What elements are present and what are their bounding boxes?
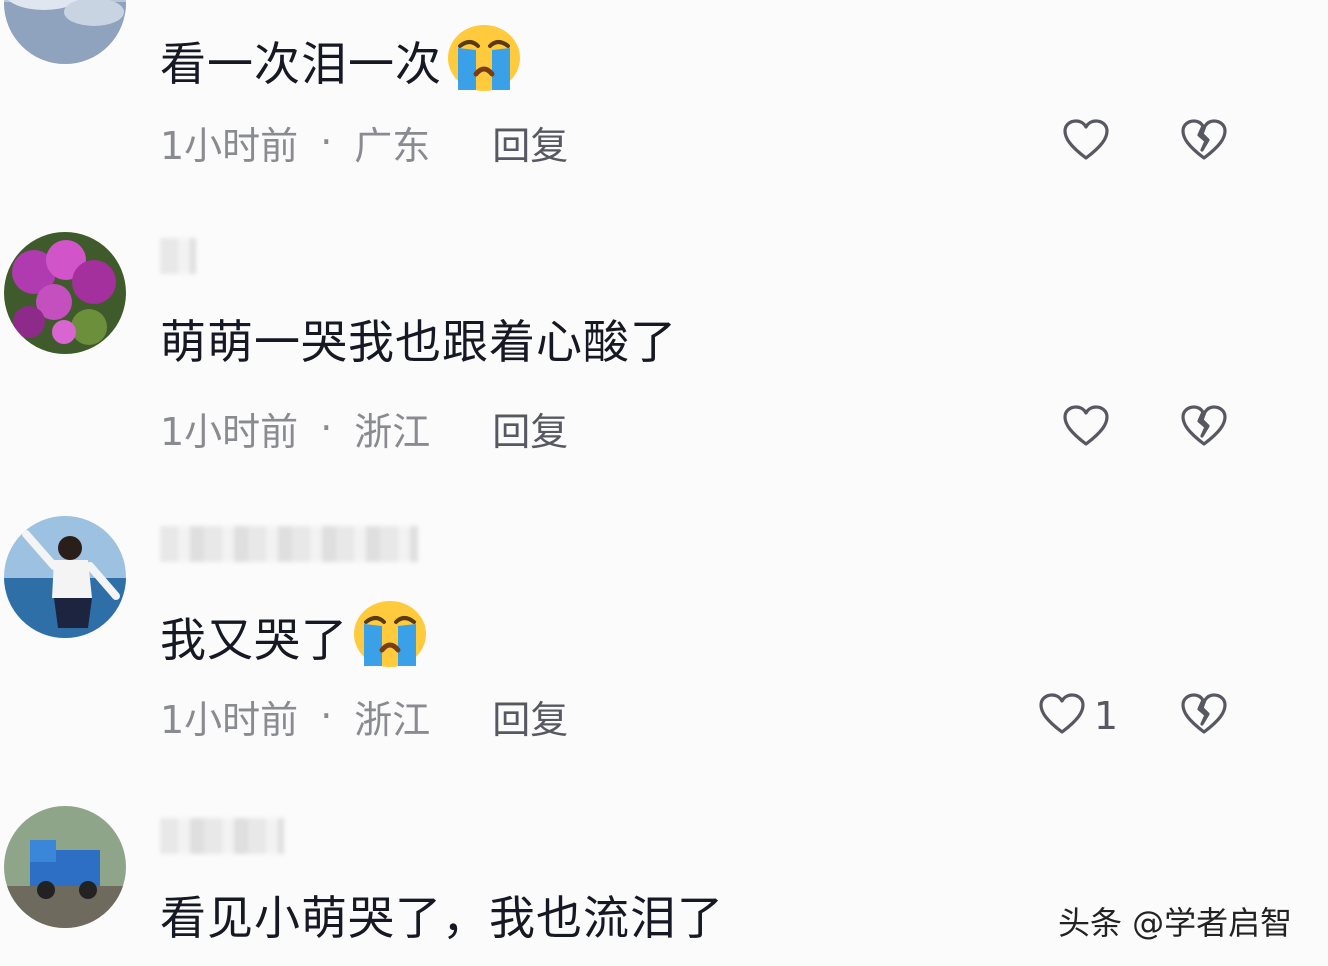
comment-text-content: 萌萌一哭我也跟着心酸了 bbox=[160, 315, 677, 369]
reply-button[interactable]: 回复 bbox=[492, 115, 568, 170]
avatar[interactable] bbox=[4, 232, 126, 354]
comment-text: 看见小萌哭了，我也流泪了 bbox=[160, 890, 724, 946]
username-obscured bbox=[160, 238, 196, 274]
comment-time: 1小时前 bbox=[160, 123, 299, 168]
username-obscured bbox=[160, 818, 284, 854]
avatar[interactable] bbox=[4, 0, 126, 64]
reply-button[interactable]: 回复 bbox=[492, 401, 568, 456]
comment-meta: 1小时前 · 浙江 回复 bbox=[160, 688, 568, 744]
dislike-button[interactable] bbox=[1180, 400, 1234, 456]
comment-location: 浙江 bbox=[354, 409, 431, 454]
comment-time: 1小时前 bbox=[160, 409, 299, 454]
comment-location: 浙江 bbox=[354, 697, 431, 742]
meta-separator: · bbox=[320, 406, 333, 450]
comment-meta: 1小时前 · 广东 回复 bbox=[160, 114, 568, 170]
comment-location: 广东 bbox=[354, 123, 431, 168]
like-button[interactable]: 1 bbox=[1018, 688, 1118, 744]
heart-icon bbox=[1062, 404, 1110, 452]
heart-icon bbox=[1062, 118, 1110, 166]
dislike-button[interactable] bbox=[1180, 688, 1234, 744]
meta-separator: · bbox=[320, 120, 333, 164]
dislike-button[interactable] bbox=[1180, 114, 1234, 170]
heart-icon bbox=[1038, 692, 1086, 740]
reply-button[interactable]: 回复 bbox=[492, 689, 568, 744]
comment-text-content: 看一次泪一次 bbox=[160, 37, 442, 91]
watermark: 头条 @学者启智 bbox=[1058, 904, 1293, 942]
comment-text-content: 看见小萌哭了，我也流泪了 bbox=[160, 891, 724, 945]
meta-separator: · bbox=[320, 694, 333, 738]
avatar[interactable] bbox=[4, 806, 126, 928]
broken-heart-icon bbox=[1180, 692, 1228, 740]
like-button[interactable] bbox=[1018, 400, 1118, 456]
comment-time: 1小时前 bbox=[160, 697, 299, 742]
username-obscured bbox=[160, 526, 418, 562]
broken-heart-icon bbox=[1180, 118, 1228, 166]
like-button[interactable] bbox=[1018, 114, 1118, 170]
loudly-crying-face-icon bbox=[352, 600, 428, 680]
comment-text-content: 我又哭了 bbox=[160, 613, 348, 667]
loudly-crying-face-icon bbox=[446, 24, 522, 104]
like-count: 1 bbox=[1093, 694, 1118, 738]
comment-text: 看一次泪一次 bbox=[160, 24, 522, 104]
broken-heart-icon bbox=[1180, 404, 1228, 452]
comment-meta: 1小时前 · 浙江 回复 bbox=[160, 400, 568, 456]
comment-text: 萌萌一哭我也跟着心酸了 bbox=[160, 314, 677, 370]
comment-text: 我又哭了 bbox=[160, 600, 428, 680]
avatar[interactable] bbox=[4, 516, 126, 638]
